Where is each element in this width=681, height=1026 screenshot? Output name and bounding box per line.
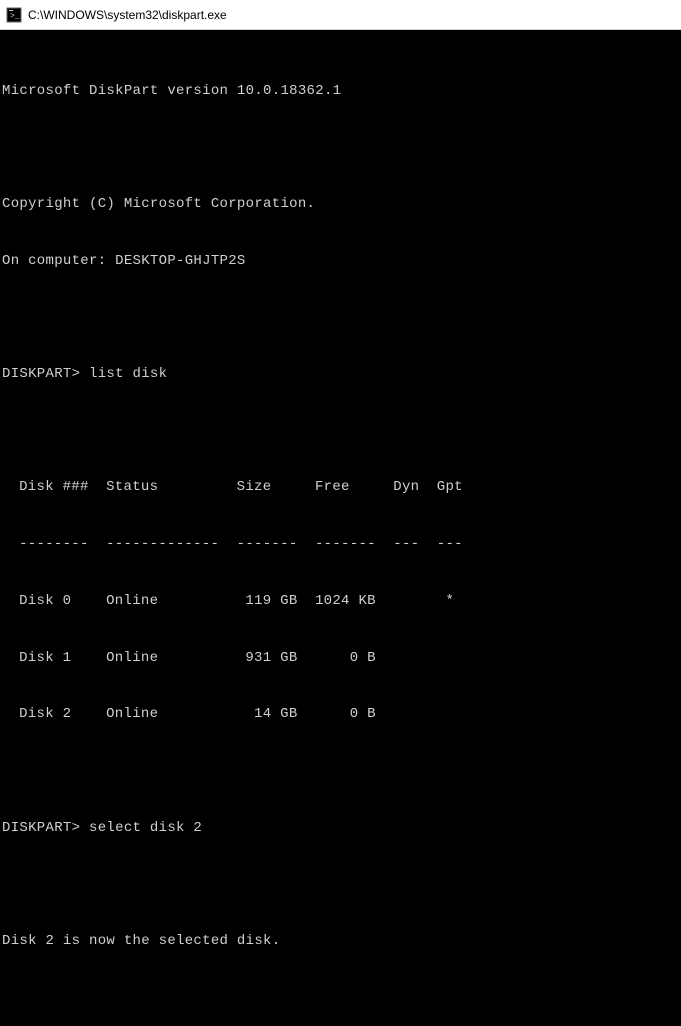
command-text: list disk (89, 366, 167, 382)
disk-table-header: Disk ### Status Size Free Dyn Gpt (2, 478, 679, 497)
table-row: Disk 1 Online 931 GB 0 B (2, 649, 679, 668)
window-titlebar[interactable]: >_ C:\WINDOWS\system32\diskpart.exe (0, 0, 681, 30)
copyright-line: Copyright (C) Microsoft Corporation. (2, 195, 679, 214)
blank-line (2, 762, 679, 781)
command-text: select disk 2 (89, 820, 202, 836)
prompt-list-disk: DISKPART> list disk (2, 365, 679, 384)
blank-line (2, 422, 679, 441)
computer-line: On computer: DESKTOP-GHJTP2S (2, 252, 679, 271)
blank-line (2, 989, 679, 1008)
blank-line (2, 308, 679, 327)
version-line: Microsoft DiskPart version 10.0.18362.1 (2, 82, 679, 101)
svg-text:>_: >_ (10, 12, 20, 21)
blank-line (2, 875, 679, 894)
terminal-output[interactable]: Microsoft DiskPart version 10.0.18362.1 … (0, 30, 681, 1026)
blank-line (2, 138, 679, 157)
disk-table-separator: -------- ------------- ------- ------- -… (2, 535, 679, 554)
app-icon: >_ (6, 7, 22, 23)
table-row: Disk 2 Online 14 GB 0 B (2, 705, 679, 724)
prompt-select-disk: DISKPART> select disk 2 (2, 819, 679, 838)
message-selected: Disk 2 is now the selected disk. (2, 932, 679, 951)
prompt-label: DISKPART> (2, 366, 80, 382)
table-row: Disk 0 Online 119 GB 1024 KB * (2, 592, 679, 611)
prompt-label: DISKPART> (2, 820, 80, 836)
window-title: C:\WINDOWS\system32\diskpart.exe (28, 8, 227, 22)
